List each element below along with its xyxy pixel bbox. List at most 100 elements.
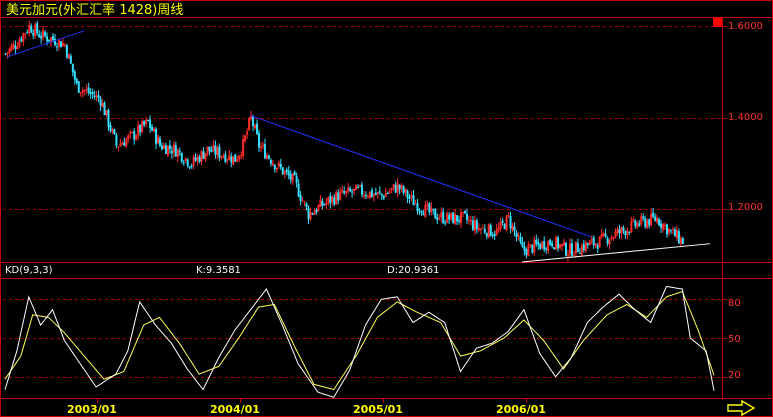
candle-body: [218, 146, 221, 158]
candle-body: [26, 32, 29, 34]
candle-body: [149, 119, 152, 128]
x-axis-label: 2006/01: [496, 403, 546, 416]
candle-body: [129, 131, 132, 134]
candle-body: [539, 244, 542, 250]
candle-body: [210, 150, 213, 152]
candle-body: [660, 223, 663, 228]
candle-body: [630, 221, 633, 232]
candle-body: [618, 229, 621, 233]
candle-body: [22, 33, 25, 42]
candle-body: [71, 63, 74, 73]
candle-body: [248, 118, 251, 131]
candle-body: [347, 187, 350, 192]
candle-body: [398, 184, 401, 190]
candle-body: [153, 128, 156, 132]
candle-body: [341, 189, 344, 192]
candle-body: [246, 131, 249, 135]
candle-body: [658, 219, 661, 226]
candle-body: [485, 233, 488, 237]
candle-body: [462, 211, 465, 213]
candle-body: [448, 214, 451, 220]
candle-body: [155, 129, 158, 144]
candle-body: [450, 212, 453, 219]
chart-canvas[interactable]: [0, 0, 773, 417]
candle-body: [563, 241, 566, 246]
candle-body: [30, 25, 33, 33]
candle-body: [273, 164, 276, 170]
candle-body: [69, 55, 72, 64]
candle-body: [521, 241, 524, 247]
candle-body: [553, 247, 556, 250]
candle-body: [44, 31, 47, 36]
candle-body: [65, 45, 68, 58]
candle-body: [200, 151, 203, 162]
price-tick-label: 1.2000: [728, 202, 763, 213]
candle-body: [77, 81, 80, 93]
candle-body: [418, 209, 421, 211]
candle-body: [465, 213, 468, 220]
kd-lines: [4, 285, 715, 398]
k-line: [4, 285, 715, 398]
candle-body: [244, 135, 247, 141]
candle-body: [378, 191, 381, 193]
candle-body: [101, 103, 104, 107]
candle-body: [50, 37, 53, 42]
candle-body: [648, 219, 651, 226]
trendline: [521, 243, 711, 263]
red-square-icon[interactable]: [713, 18, 722, 27]
candle-body: [111, 129, 114, 132]
candle-body: [545, 248, 548, 250]
candle-body: [400, 185, 403, 189]
candle-body: [143, 120, 146, 126]
candle-body: [673, 229, 676, 237]
candle-body: [632, 219, 635, 221]
candle-body: [671, 229, 674, 231]
candle-body: [103, 102, 106, 116]
candle-body: [151, 126, 154, 131]
candle-body: [456, 215, 459, 222]
candle-body: [475, 220, 478, 229]
candle-body: [180, 152, 183, 162]
candle-body: [283, 170, 286, 174]
candle-body: [178, 151, 181, 153]
d-value-readout: D:20.9361: [387, 265, 440, 276]
candle-body: [559, 244, 562, 248]
candle-body: [168, 145, 171, 150]
candle-body: [24, 33, 27, 35]
candle-body: [477, 228, 480, 231]
candle-body: [333, 197, 336, 205]
chart-title: 美元加元(外汇汇率 1428)周线: [6, 3, 184, 18]
candle-body: [440, 212, 443, 218]
candle-body: [598, 236, 601, 248]
candle-body: [388, 191, 391, 193]
right-arrow-icon[interactable]: [726, 400, 756, 416]
candle-body: [184, 158, 187, 162]
candle-body: [551, 243, 554, 247]
candle-body: [370, 190, 373, 197]
candle-body: [364, 195, 367, 197]
candle-body: [59, 41, 62, 48]
candle-body: [87, 87, 90, 94]
candle-body: [279, 163, 282, 168]
candle-body: [214, 145, 217, 155]
candle-body: [331, 196, 334, 202]
candle-body: [119, 143, 122, 147]
candle-body: [517, 234, 520, 237]
candle-body: [54, 38, 57, 46]
candle-body: [602, 233, 605, 236]
candle-body: [362, 195, 365, 197]
candle-body: [343, 190, 346, 194]
candle-body: [394, 185, 397, 193]
candle-body: [234, 154, 237, 162]
candle-body: [549, 239, 552, 245]
candle-body: [91, 92, 94, 95]
candle-body: [10, 46, 13, 51]
candle-body: [473, 220, 476, 231]
candle-body: [57, 39, 60, 47]
candle-body: [592, 237, 595, 246]
candle-body: [493, 234, 496, 236]
candle-body: [61, 43, 64, 47]
candle-body: [642, 216, 645, 219]
candle-body: [212, 145, 215, 151]
candle-body: [228, 154, 231, 160]
